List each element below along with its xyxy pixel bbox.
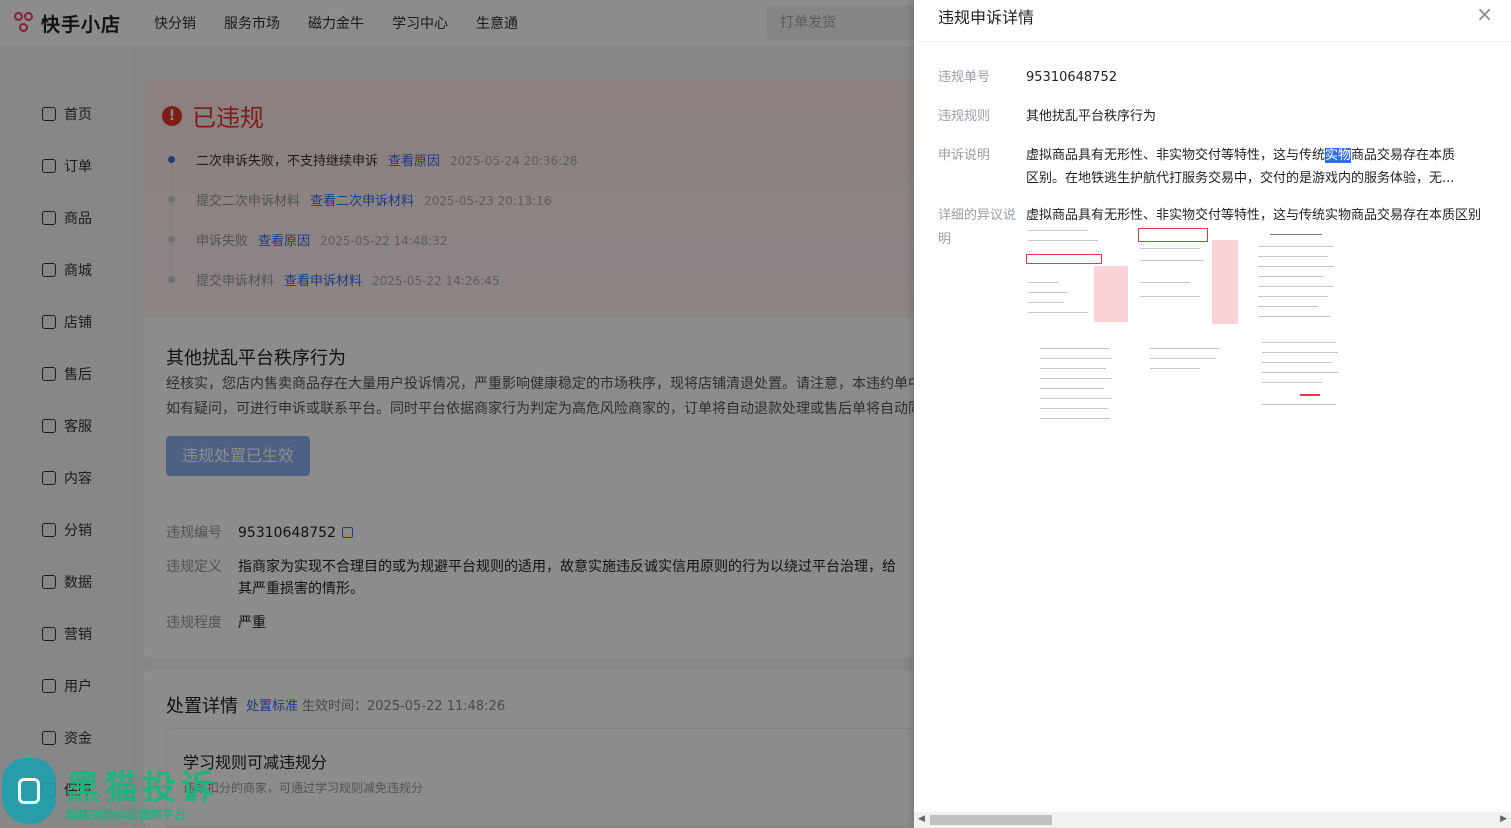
evidence-image-2[interactable] <box>1138 226 1238 326</box>
explain-text: 区别。在地铁逃生护航代打服务交易中，交付的是游戏内的服务体验，无... <box>1026 171 1455 186</box>
order-label: 违规单号 <box>938 70 991 85</box>
modal-overlay[interactable] <box>0 0 914 828</box>
evidence-image-5[interactable] <box>1150 344 1224 374</box>
explain-label: 申诉说明 <box>938 148 991 163</box>
explain-text: 虚拟商品具有无形性、非实物交付等特性，这与传统 <box>1026 148 1326 163</box>
scroll-right-icon[interactable]: ▶ <box>1500 814 1507 824</box>
watermark-title: 黑猫投诉 <box>66 768 218 808</box>
watermark-subtitle: 网络消费纠纷调解平台 <box>66 808 187 822</box>
evidence-images <box>1026 226 1346 426</box>
detail-value: 虚拟商品具有无形性、非实物交付等特性，这与传统实物商品交易存在本质区别 <box>1026 208 1482 223</box>
explain-value: 虚拟商品具有无形性、非实物交付等特性，这与传统实物商品交易存在本质 区别。在地铁… <box>1026 144 1455 190</box>
rule-value: 其他扰乱平台秩序行为 <box>1026 109 1157 124</box>
selected-text: 实物 <box>1325 148 1352 163</box>
evidence-image-4[interactable] <box>1040 344 1114 426</box>
watermark: 黑猫投诉 网络消费纠纷调解平台 <box>0 756 230 828</box>
scrollbar-thumb[interactable] <box>930 815 1052 825</box>
close-icon[interactable]: × <box>1476 2 1493 26</box>
horizontal-scrollbar[interactable]: ◀ ▶ <box>914 812 1511 828</box>
drawer-title: 违规申诉详情 <box>938 8 1035 27</box>
order-value: 95310648752 <box>1026 70 1117 85</box>
explain-text: 商品交易存在本质 <box>1351 148 1456 163</box>
scroll-left-icon[interactable]: ◀ <box>918 814 925 824</box>
fist-shield-logo-icon <box>2 758 56 824</box>
evidence-image-1[interactable] <box>1026 226 1130 326</box>
rule-label: 违规规则 <box>938 109 991 124</box>
evidence-image-6[interactable] <box>1260 338 1340 412</box>
detail-label: 详细的异议说明 <box>938 208 1017 247</box>
evidence-image-3[interactable] <box>1254 230 1338 326</box>
drawer-header: 违规申诉详情 × <box>914 0 1511 42</box>
